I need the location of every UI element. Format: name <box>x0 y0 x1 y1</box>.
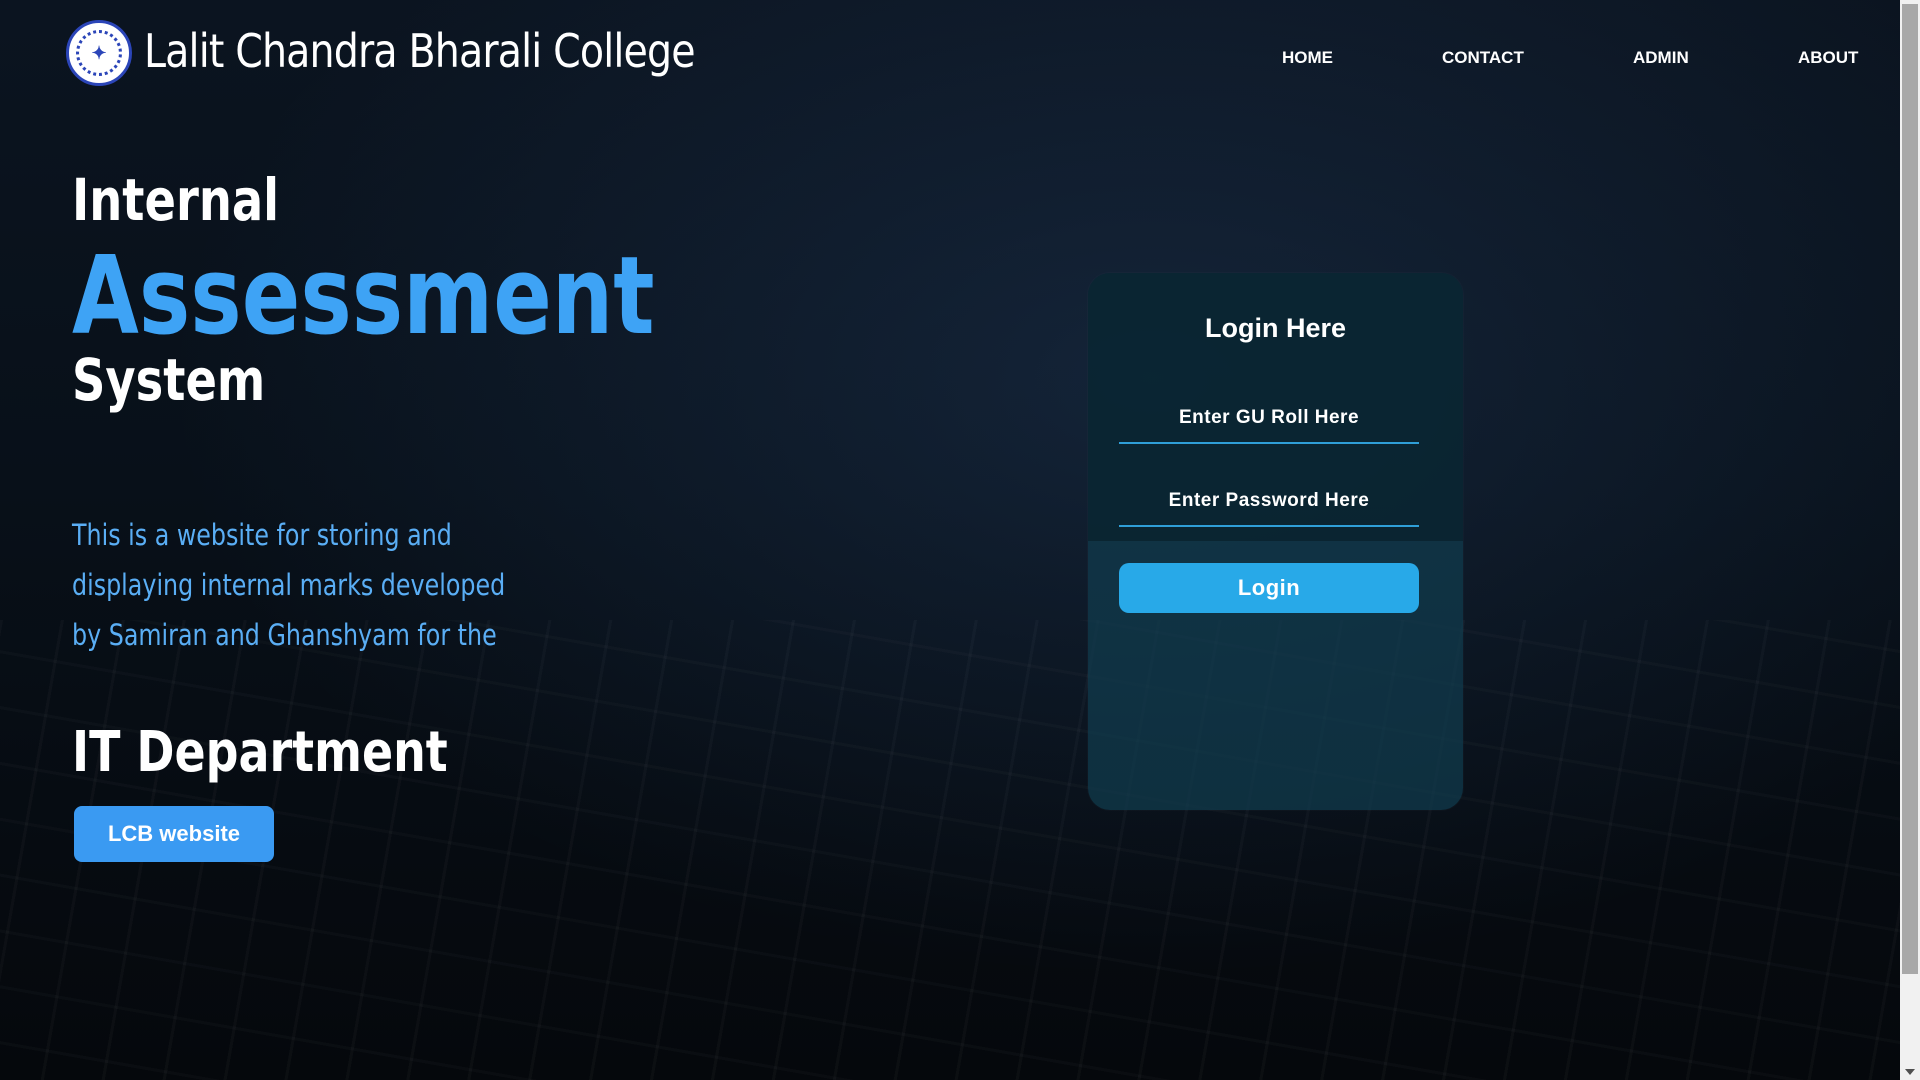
hero-title-assessment: Assessment <box>72 234 655 359</box>
scrollbar-thumb[interactable] <box>1902 4 1918 974</box>
department-title: IT Department <box>72 720 448 785</box>
hero-title-system: System <box>72 346 266 414</box>
college-logo[interactable]: ✦ <box>66 20 132 86</box>
nav-contact-label[interactable]: CONTACT <box>1442 48 1524 67</box>
nav-admin-label[interactable]: ADMIN <box>1633 48 1689 67</box>
login-button[interactable]: Login <box>1119 563 1419 613</box>
hero-title-internal: Internal <box>72 166 280 234</box>
login-title: Login Here <box>1204 313 1346 343</box>
login-card: Login Here Login <box>1088 273 1463 810</box>
scroll-down-arrow-icon[interactable] <box>1905 1069 1915 1075</box>
nav-about[interactable]: ABOUT <box>1798 48 1858 68</box>
lcb-website-button[interactable]: LCB website <box>74 806 274 862</box>
nav-contact[interactable]: CONTACT <box>1442 48 1524 68</box>
hero-description: This is a website for storing and displa… <box>72 518 506 652</box>
keyboard-background-decoration <box>0 620 1920 1080</box>
password-input[interactable] <box>1119 477 1419 527</box>
college-seal-icon: ✦ <box>76 30 122 76</box>
nav-admin[interactable]: ADMIN <box>1633 48 1689 68</box>
nav-home-label[interactable]: HOME <box>1282 48 1333 67</box>
gu-roll-input[interactable] <box>1119 394 1419 444</box>
page-scrollbar[interactable] <box>1900 0 1920 1080</box>
college-name[interactable]: Lalit Chandra Bharali College <box>144 24 696 78</box>
nav-home[interactable]: HOME <box>1282 48 1333 68</box>
nav-about-label[interactable]: ABOUT <box>1798 48 1858 67</box>
